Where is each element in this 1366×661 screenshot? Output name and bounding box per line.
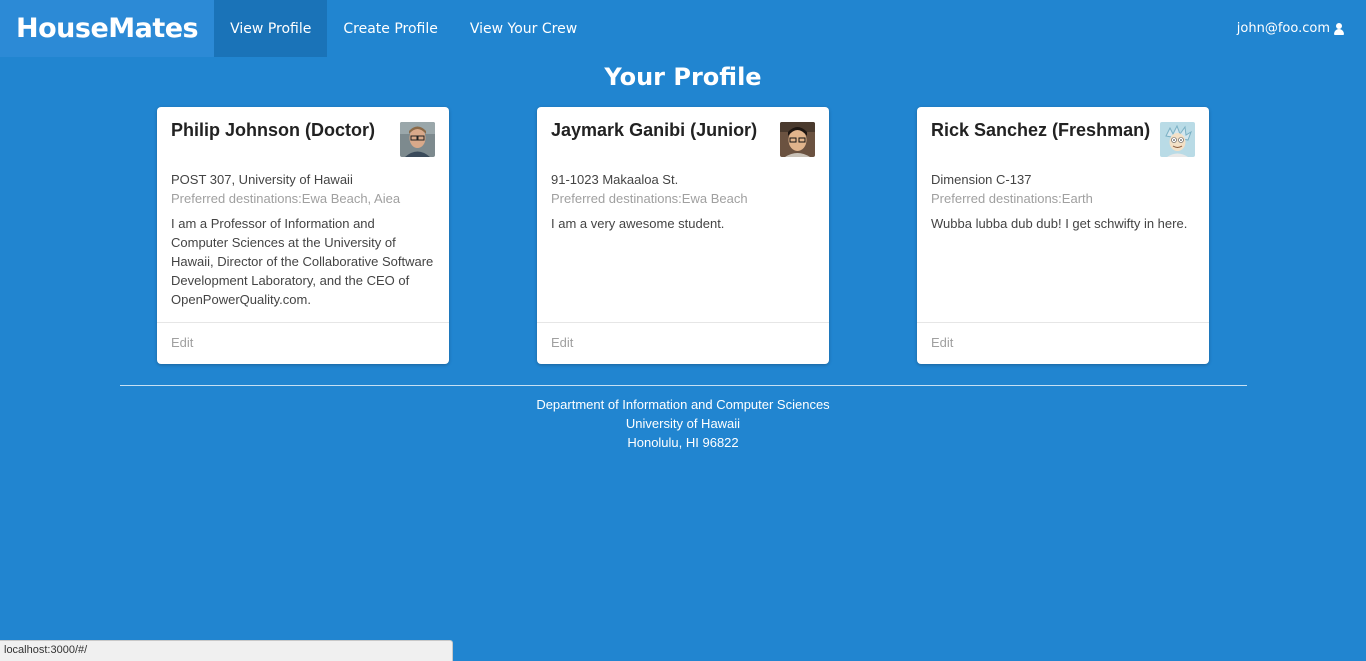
avatar — [1160, 122, 1195, 157]
card-address: Dimension C-137 — [931, 172, 1032, 187]
card-address: POST 307, University of Hawaii — [171, 172, 353, 187]
card-description: I am a Professor of Information and Comp… — [171, 216, 434, 307]
card-destinations: Preferred destinations:Ewa Beach — [551, 191, 748, 206]
status-url: localhost:3000/#/ — [4, 644, 88, 656]
card-header: Rick Sanchez (Freshman) — [931, 120, 1151, 140]
card-footer: Edit — [917, 322, 1209, 364]
card-content: Jaymark Ganibi (Junior) 91-1023 Makaaloa… — [537, 107, 829, 322]
user-icon — [1334, 22, 1344, 35]
profile-card: Jaymark Ganibi (Junior) 91-1023 Makaaloa… — [537, 107, 829, 364]
edit-link[interactable]: Edit — [171, 335, 193, 350]
user-email: john@foo.com — [1236, 21, 1330, 36]
card-description: Wubba lubba dub dub! I get schwifty in h… — [931, 216, 1188, 231]
card-content: Rick Sanchez (Freshman) Dimension C-137 … — [917, 107, 1209, 322]
footer-university: University of Hawaii — [625, 416, 741, 431]
footer-department: Department of Information and Computer S… — [536, 397, 830, 412]
footer-divider — [120, 385, 1247, 386]
browser-status-bar: localhost:3000/#/ — [0, 640, 453, 661]
footer: Department of Information and Computer S… — [0, 395, 1366, 452]
card-footer: Edit — [537, 322, 829, 364]
nav-view-your-crew[interactable]: View Your Crew — [454, 0, 593, 57]
card-address: 91-1023 Makaaloa St. — [551, 172, 679, 187]
card-footer: Edit — [157, 322, 449, 364]
card-destinations: Preferred destinations:Earth — [931, 191, 1093, 206]
card-description: I am a very awesome student. — [551, 216, 725, 231]
edit-link[interactable]: Edit — [551, 335, 573, 350]
nav-view-profile[interactable]: View Profile — [214, 0, 328, 57]
card-header: Jaymark Ganibi (Junior) — [551, 120, 758, 140]
avatar — [780, 122, 815, 157]
top-menu: HouseMates View Profile Create Profile V… — [0, 0, 1366, 57]
user-menu[interactable]: john@foo.com — [1237, 0, 1366, 57]
brand-logo[interactable]: HouseMates — [0, 0, 215, 57]
card-header: Philip Johnson (Doctor) — [171, 120, 375, 140]
footer-address: Honolulu, HI 96822 — [627, 435, 739, 450]
profile-card: Philip Johnson (Doctor) POST 307, Univer… — [157, 107, 449, 364]
card-content: Philip Johnson (Doctor) POST 307, Univer… — [157, 107, 449, 322]
avatar — [400, 122, 435, 157]
card-destinations: Preferred destinations:Ewa Beach, Aiea — [171, 191, 401, 206]
nav-create-profile[interactable]: Create Profile — [327, 0, 454, 57]
edit-link[interactable]: Edit — [931, 335, 953, 350]
profile-card: Rick Sanchez (Freshman) Dimension C-137 … — [917, 107, 1209, 364]
page-title: Your Profile — [604, 63, 762, 91]
